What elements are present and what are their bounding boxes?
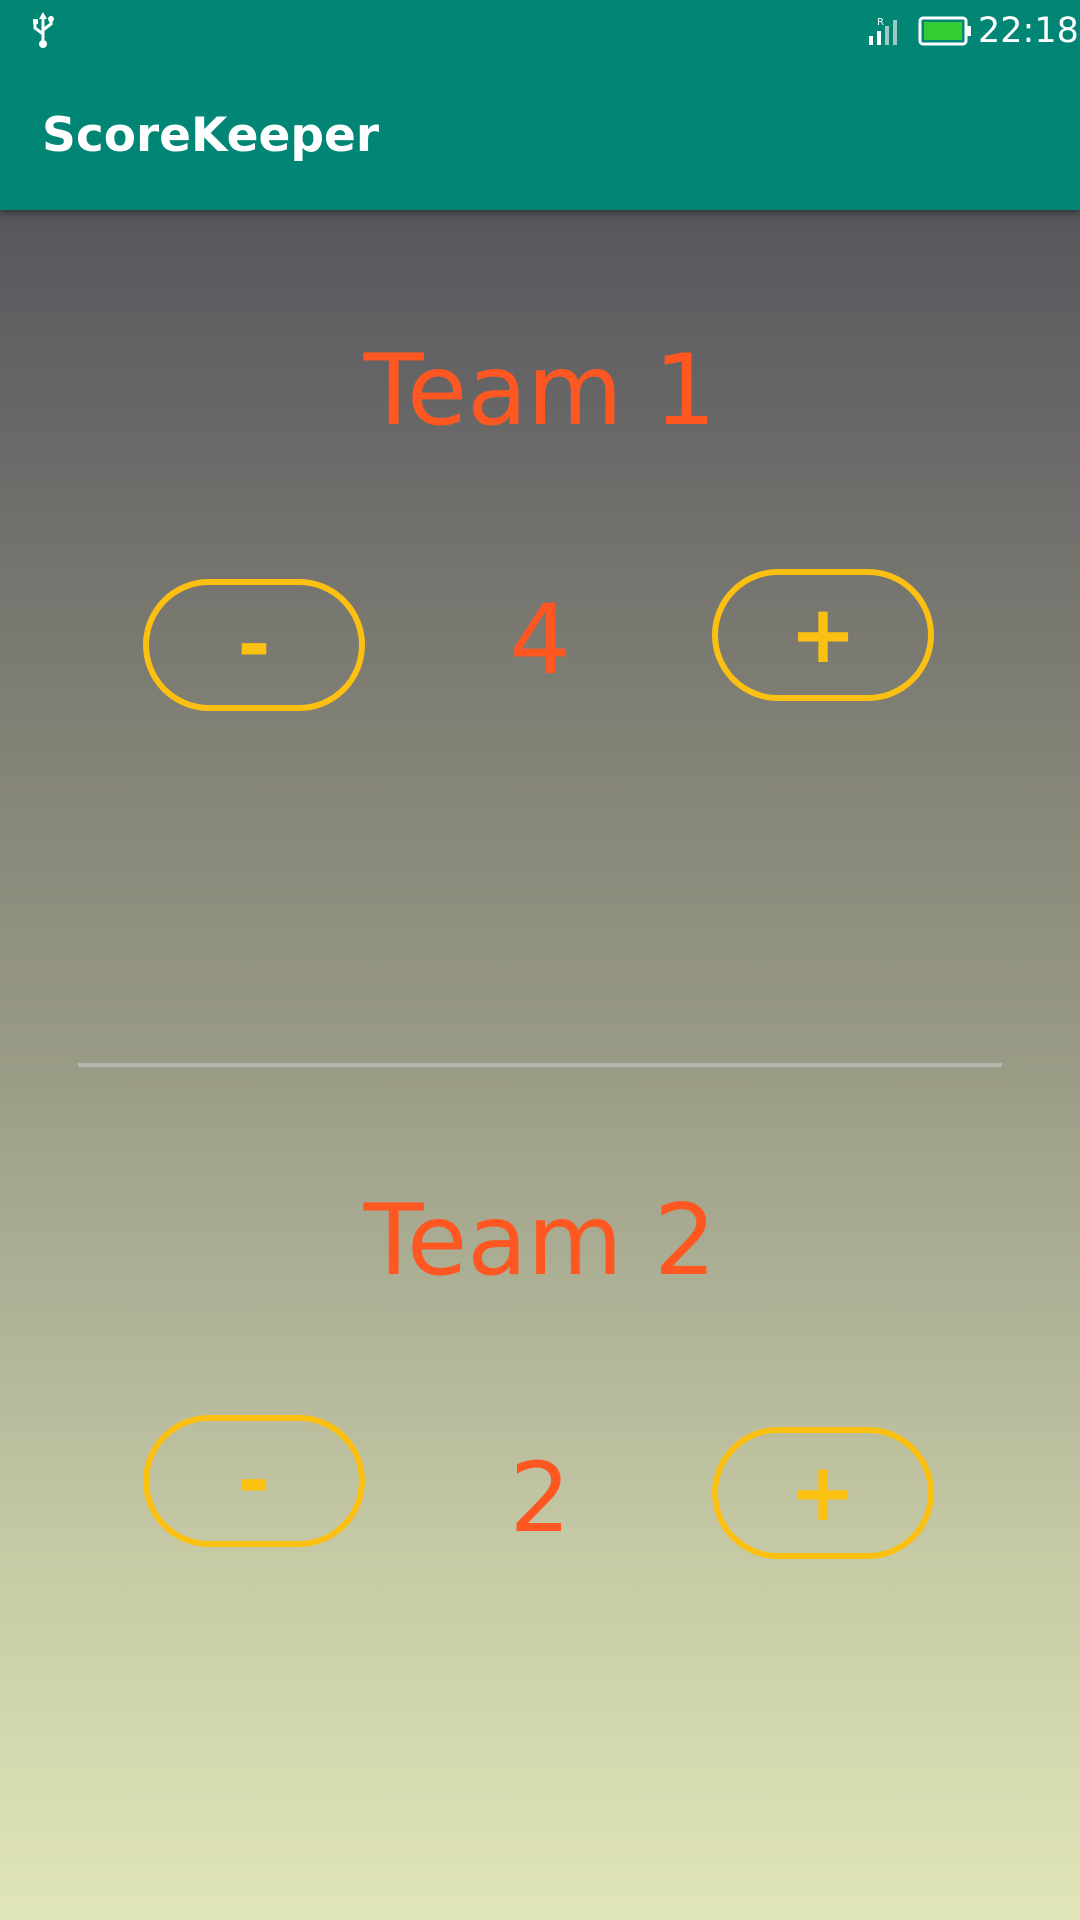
screen: R 22:18 ScoreKeeper Team 1 - 4 + Team 2 … bbox=[0, 0, 1080, 1920]
status-time: 22:18 bbox=[978, 11, 1079, 51]
team2-score: 2 bbox=[509, 1442, 571, 1554]
team2-name: Team 2 bbox=[363, 1184, 717, 1298]
divider bbox=[78, 1063, 1002, 1067]
team2-increment-button[interactable]: + bbox=[712, 1427, 934, 1559]
roaming-label: R bbox=[877, 17, 884, 28]
signal-icon: R bbox=[869, 17, 897, 45]
team1-increment-button[interactable]: + bbox=[712, 569, 934, 701]
status-bar: R 22:18 bbox=[0, 0, 1080, 62]
team1-decrement-button[interactable]: - bbox=[143, 579, 365, 711]
usb-icon bbox=[33, 12, 54, 48]
app-bar: ScoreKeeper bbox=[0, 62, 1080, 210]
app-title: ScoreKeeper bbox=[42, 108, 380, 163]
team1-name: Team 1 bbox=[363, 334, 717, 448]
team1-score: 4 bbox=[509, 584, 571, 696]
team2-decrement-button[interactable]: - bbox=[143, 1415, 365, 1547]
battery-icon bbox=[918, 16, 971, 46]
